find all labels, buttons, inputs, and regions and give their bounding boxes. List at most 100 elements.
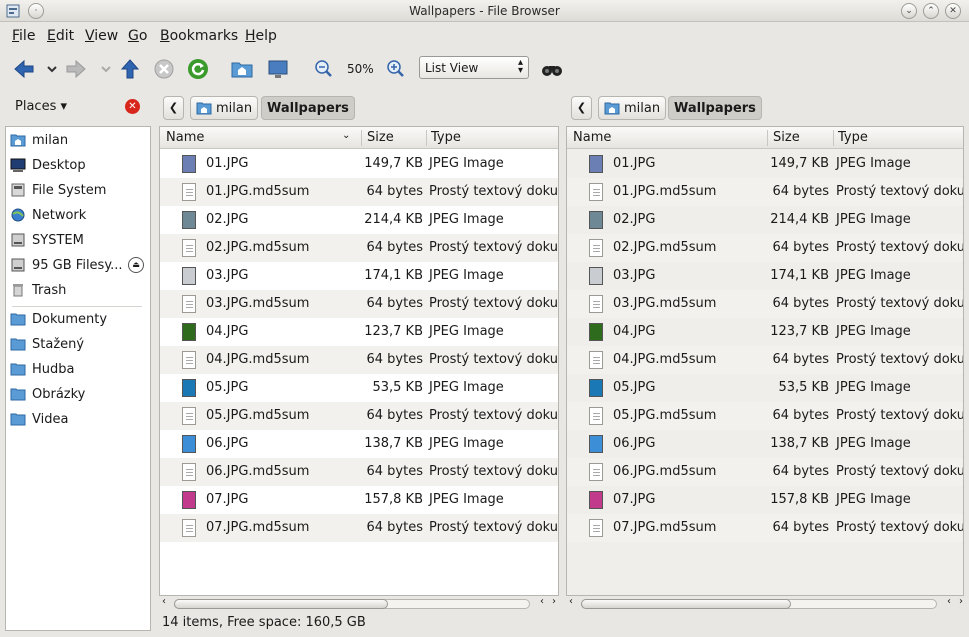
image-thumbnail-icon: [182, 211, 196, 229]
right-scroll-thumb[interactable]: [581, 599, 791, 609]
left-crumb-home[interactable]: milan: [190, 96, 259, 120]
menu-bookmarks[interactable]: Bookmarks: [160, 28, 238, 44]
table-row[interactable]: 04.JPG 123,7 KB JPEG Image: [567, 318, 963, 346]
menu-edit[interactable]: Edit: [47, 28, 74, 44]
bookmark-4[interactable]: Obrázky: [10, 382, 150, 406]
size-column-header[interactable]: Size: [773, 130, 800, 145]
right-file-view[interactable]: Name Size Type 01.JPG 149,7 KB JPEG Image 01.J…: [566, 126, 964, 596]
place-trash[interactable]: Trash: [10, 278, 150, 302]
right-crumb-current[interactable]: Wallpapers: [668, 96, 762, 120]
table-row[interactable]: 02.JPG.md5sum 64 bytes Prostý textový doku…: [567, 234, 963, 262]
table-row[interactable]: 03.JPG 174,1 KB JPEG Image: [160, 262, 558, 290]
up-button[interactable]: [118, 57, 142, 81]
type-column-header[interactable]: Type: [838, 130, 868, 145]
maximize-button[interactable]: ⌃: [923, 3, 939, 19]
file-type: JPEG Image: [429, 212, 504, 227]
minimize-button[interactable]: ⌄: [901, 3, 917, 19]
bookmark-5[interactable]: Videa: [10, 407, 150, 431]
table-row[interactable]: 04.JPG 123,7 KB JPEG Image: [160, 318, 558, 346]
places-header[interactable]: Places ▾: [15, 99, 67, 114]
view-mode-select[interactable]: List View ▴ ▾: [419, 56, 529, 79]
table-row[interactable]: 03.JPG.md5sum 64 bytes Prostý textový doku…: [160, 290, 558, 318]
table-row[interactable]: 01.JPG.md5sum 64 bytes Prostý textový doku…: [160, 178, 558, 206]
place-system[interactable]: SYSTEM: [10, 228, 150, 252]
file-type: JPEG Image: [836, 324, 911, 339]
reload-button[interactable]: [186, 57, 210, 81]
right-crumb-back-button[interactable]: ❮: [571, 96, 592, 120]
table-row[interactable]: 04.JPG.md5sum 64 bytes Prostý textový doku…: [567, 346, 963, 374]
table-row[interactable]: 05.JPG 53,5 KB JPEG Image: [160, 374, 558, 402]
table-row[interactable]: 06.JPG.md5sum 64 bytes Prostý textový doku…: [567, 458, 963, 486]
spin-arrows-icon: ▴ ▾: [517, 57, 523, 76]
table-row[interactable]: 02.JPG 214,4 KB JPEG Image: [567, 206, 963, 234]
right-crumb-home[interactable]: milan: [598, 96, 667, 120]
table-row[interactable]: 06.JPG 138,7 KB JPEG Image: [160, 430, 558, 458]
table-row[interactable]: 02.JPG.md5sum 64 bytes Prostý textový doku…: [160, 234, 558, 262]
table-row[interactable]: 04.JPG.md5sum 64 bytes Prostý textový doku…: [160, 346, 558, 374]
place-desktop[interactable]: Desktop: [10, 153, 150, 177]
table-row[interactable]: 06.JPG.md5sum 64 bytes Prostý textový doku…: [160, 458, 558, 486]
file-name: 05.JPG: [613, 380, 656, 395]
left-file-view[interactable]: Name ⌄ Size Type 01.JPG 149,7 KB JPEG Image 01.…: [159, 126, 559, 596]
menu-file[interactable]: File: [12, 28, 35, 44]
table-row[interactable]: 01.JPG.md5sum 64 bytes Prostý textový doku…: [567, 178, 963, 206]
left-scroll-thumb[interactable]: [174, 599, 388, 609]
forward-history-button[interactable]: [94, 57, 111, 81]
split-view-button[interactable]: [266, 57, 290, 81]
place-milan[interactable]: milan: [10, 128, 150, 152]
table-row[interactable]: 07.JPG.md5sum 64 bytes Prostý textový doku…: [160, 514, 558, 542]
menu-go[interactable]: Go: [128, 28, 147, 44]
table-row[interactable]: 07.JPG 157,8 KB JPEG Image: [160, 486, 558, 514]
eject-icon[interactable]: ⏏: [128, 257, 144, 273]
table-row[interactable]: 01.JPG 149,7 KB JPEG Image: [567, 150, 963, 178]
table-row[interactable]: 03.JPG 174,1 KB JPEG Image: [567, 262, 963, 290]
name-column-header[interactable]: Name: [573, 130, 611, 145]
file-type: JPEG Image: [429, 156, 504, 171]
left-crumb-current[interactable]: Wallpapers: [261, 96, 355, 120]
text-document-icon: [589, 295, 603, 313]
size-column-header[interactable]: Size: [367, 130, 394, 145]
place-file-system[interactable]: File System: [10, 178, 150, 202]
forward-button[interactable]: [64, 57, 88, 81]
menu-view[interactable]: View: [85, 28, 118, 44]
zoom-out-button[interactable]: [312, 57, 336, 81]
back-button[interactable]: [12, 57, 36, 81]
type-column-header[interactable]: Type: [431, 130, 461, 145]
find-button[interactable]: [540, 57, 564, 81]
bookmark-3[interactable]: Hudba: [10, 357, 150, 381]
right-horizontal-scrollbar[interactable]: ‹ ‹ ›: [567, 596, 965, 612]
left-horizontal-scrollbar[interactable]: ‹ ‹ ›: [160, 596, 558, 612]
table-row[interactable]: 01.JPG 149,7 KB JPEG Image: [160, 150, 558, 178]
back-history-button[interactable]: [40, 57, 57, 81]
close-places-icon[interactable]: ✕: [125, 99, 140, 114]
table-row[interactable]: 07.JPG 157,8 KB JPEG Image: [567, 486, 963, 514]
file-size: 53,5 KB: [372, 380, 423, 395]
table-row[interactable]: 05.JPG.md5sum 64 bytes Prostý textový doku…: [160, 402, 558, 430]
bookmark-1[interactable]: Dokumenty: [10, 307, 150, 331]
place-network[interactable]: Network: [10, 203, 150, 227]
table-row[interactable]: 05.JPG.md5sum 64 bytes Prostý textový doku…: [567, 402, 963, 430]
file-name: 04.JPG.md5sum: [206, 352, 310, 367]
table-row[interactable]: 02.JPG 214,4 KB JPEG Image: [160, 206, 558, 234]
table-row[interactable]: 06.JPG 138,7 KB JPEG Image: [567, 430, 963, 458]
stop-button[interactable]: [152, 57, 176, 81]
name-column-header[interactable]: Name: [166, 130, 204, 145]
text-document-icon: [182, 407, 196, 425]
file-size: 149,7 KB: [770, 156, 829, 171]
file-type: Prostý textový dokument: [836, 520, 964, 535]
close-button[interactable]: ✕: [945, 3, 961, 19]
table-row[interactable]: 03.JPG.md5sum 64 bytes Prostý textový doku…: [567, 290, 963, 318]
left-crumb-back-button[interactable]: ❮: [163, 96, 184, 120]
file-name: 04.JPG: [206, 324, 249, 339]
file-name: 01.JPG.md5sum: [206, 184, 310, 199]
zoom-in-button[interactable]: [384, 57, 408, 81]
table-row[interactable]: 07.JPG.md5sum 64 bytes Prostý textový doku…: [567, 514, 963, 542]
table-row[interactable]: 05.JPG 53,5 KB JPEG Image: [567, 374, 963, 402]
file-size: 64 bytes: [366, 296, 424, 311]
bookmark-2[interactable]: Stažený: [10, 332, 150, 356]
home-button[interactable]: [230, 57, 254, 81]
menu-help[interactable]: Help: [245, 28, 277, 44]
file-size: 138,7 KB: [770, 436, 829, 451]
file-type: Prostý textový dokument: [429, 408, 559, 423]
file-size: 174,1 KB: [364, 268, 423, 283]
